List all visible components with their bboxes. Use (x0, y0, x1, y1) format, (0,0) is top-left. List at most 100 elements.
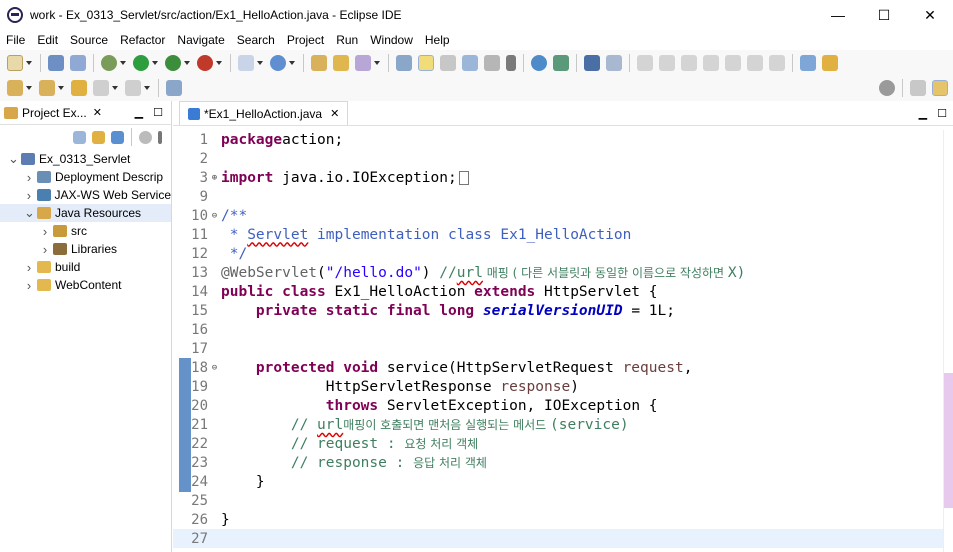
new-icon[interactable] (7, 55, 23, 71)
external-tools-icon[interactable] (197, 55, 213, 71)
resume-icon[interactable] (637, 55, 653, 71)
new-class-dropdown-icon[interactable] (289, 61, 295, 65)
next-annotation-dropdown-icon[interactable] (26, 86, 32, 90)
chevron-down-icon[interactable]: ⌄ (24, 205, 35, 221)
menu-run[interactable]: Run (330, 33, 364, 47)
tree-item[interactable]: › WebContent (0, 276, 171, 294)
open-task-icon[interactable] (333, 55, 349, 71)
save-all-icon[interactable] (70, 55, 86, 71)
run-dropdown-icon[interactable] (152, 61, 158, 65)
code-line[interactable]: 9 (173, 187, 943, 206)
run-server-icon[interactable] (165, 55, 181, 71)
code-line[interactable]: 3 ⊕ import java.io.IOException; (173, 168, 943, 187)
view-menu-icon[interactable] (158, 130, 162, 144)
tree-item[interactable]: › Libraries (0, 240, 171, 258)
block-selection-icon[interactable] (440, 55, 456, 71)
chevron-down-icon[interactable]: ⌄ (8, 151, 19, 167)
maximize-editor-icon[interactable]: ☐ (937, 107, 947, 120)
link-with-editor-icon[interactable] (92, 130, 105, 144)
code-line[interactable]: 22 // request : 요청 처리 객체 (173, 434, 943, 453)
chevron-right-icon[interactable]: › (24, 260, 34, 275)
next-annotation-icon[interactable] (800, 55, 816, 71)
new-dropdown-icon[interactable] (26, 61, 32, 65)
mark-occurrences-icon[interactable] (418, 55, 434, 71)
chevron-right-icon[interactable]: › (24, 188, 34, 203)
back-dropdown-icon[interactable] (112, 86, 118, 90)
menu-navigate[interactable]: Navigate (171, 33, 230, 47)
chevron-right-icon[interactable]: › (40, 242, 50, 257)
minimize-button[interactable]: — (815, 0, 861, 30)
code-line[interactable]: 17 (173, 339, 943, 358)
menu-help[interactable]: Help (419, 33, 456, 47)
close-icon[interactable]: ✕ (330, 107, 339, 120)
debug-dropdown-icon[interactable] (120, 61, 126, 65)
close-button[interactable]: ✕ (907, 0, 953, 30)
tree-item[interactable]: › build (0, 258, 171, 276)
new-server-icon[interactable] (238, 55, 254, 71)
folded-region-icon[interactable] (458, 170, 469, 185)
chevron-right-icon[interactable]: › (24, 278, 34, 293)
menu-refactor[interactable]: Refactor (114, 33, 171, 47)
show-whitespace-icon[interactable] (506, 55, 516, 71)
code-line[interactable]: 1 packageaction; (173, 130, 943, 149)
java-ee-tool-icon[interactable] (553, 55, 569, 71)
last-edit-location-icon[interactable] (71, 80, 87, 96)
last-edit-icon[interactable] (822, 55, 838, 71)
forward-dropdown-icon[interactable] (144, 86, 150, 90)
menu-edit[interactable]: Edit (31, 33, 64, 47)
pin-editor-icon[interactable] (166, 80, 182, 96)
browser-icon[interactable] (531, 55, 547, 71)
code-line[interactable]: 10 ⊖/** (173, 206, 943, 225)
console-icon[interactable] (584, 55, 600, 71)
code-line[interactable]: 18 ⊖ protected void service(HttpServletRe… (173, 358, 943, 377)
step-over-icon[interactable] (747, 55, 763, 71)
java-ee-perspective-icon[interactable] (932, 80, 948, 96)
suspend-icon[interactable] (659, 55, 675, 71)
maximize-view-icon[interactable]: ☐ (153, 106, 163, 119)
tree-item[interactable]: ⌄ Java Resources (0, 204, 171, 222)
editor-overview-ruler[interactable] (943, 130, 953, 552)
run-icon[interactable] (133, 55, 149, 71)
fold-toggle-icon[interactable]: ⊕ (209, 173, 220, 183)
minimize-view-icon[interactable]: ▁ (135, 106, 143, 119)
chevron-right-icon[interactable]: › (24, 170, 34, 185)
show-selected-only-icon[interactable] (462, 55, 478, 71)
menu-window[interactable]: Window (364, 33, 419, 47)
save-icon[interactable] (48, 55, 64, 71)
word-wrap-icon[interactable] (484, 55, 500, 71)
maximize-button[interactable]: ☐ (861, 0, 907, 30)
new-server-dropdown-icon[interactable] (257, 61, 263, 65)
collapse-all-icon[interactable] (73, 130, 86, 144)
search-tool-dropdown-icon[interactable] (374, 61, 380, 65)
open-perspective-icon[interactable] (910, 80, 926, 96)
new-class-icon[interactable] (270, 55, 286, 71)
tab-ex1-helloaction-java[interactable]: *Ex1_HelloAction.java ✕ (179, 101, 349, 125)
chevron-right-icon[interactable]: › (40, 224, 50, 239)
tree-item[interactable]: ⌄ Ex_0313_Servlet (0, 150, 171, 168)
disconnect-icon[interactable] (703, 55, 719, 71)
menu-project[interactable]: Project (281, 33, 330, 47)
close-icon[interactable]: ✕ (93, 106, 102, 119)
code-line[interactable]: 2 (173, 149, 943, 168)
external-tools-dropdown-icon[interactable] (216, 61, 222, 65)
code-line[interactable]: 21 // url매핑이 호출되면 맨처음 실행되는 메서드 (service) (173, 415, 943, 434)
code-editor[interactable]: 1 packageaction; 2 3 ⊕ import java.io.IOExcep… (173, 130, 953, 552)
code-line[interactable]: 24 } (173, 472, 943, 491)
forward-icon[interactable] (125, 80, 141, 96)
code-line[interactable]: 12 */ (173, 244, 943, 263)
code-line[interactable]: 14 public class Ex1_HelloAction extends H… (173, 282, 943, 301)
code-line[interactable]: 23 // response : 응답 처리 객체 (173, 453, 943, 472)
code-line[interactable]: 15 private static final long serialVersi… (173, 301, 943, 320)
code-line[interactable]: 20 throws ServletException, IOException … (173, 396, 943, 415)
code-line[interactable]: 27 (173, 529, 943, 548)
search-tool-icon[interactable] (355, 55, 371, 71)
menu-search[interactable]: Search (231, 33, 281, 47)
menu-file[interactable]: File (0, 33, 31, 47)
previous-annotation-icon[interactable] (39, 80, 55, 96)
code-line[interactable]: 25 (173, 491, 943, 510)
open-type-icon[interactable] (311, 55, 327, 71)
filter-icon[interactable] (111, 130, 124, 144)
search-icon[interactable] (879, 80, 895, 96)
focus-icon[interactable] (139, 130, 152, 144)
step-return-icon[interactable] (769, 55, 785, 71)
